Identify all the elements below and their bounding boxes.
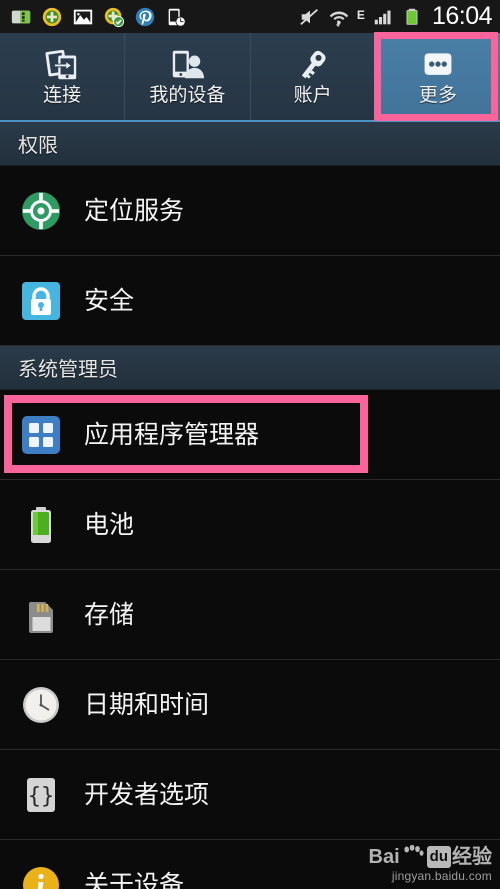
app-update-complete-icon bbox=[103, 6, 125, 28]
mute-icon bbox=[299, 6, 321, 28]
tab-label: 账户 bbox=[293, 85, 332, 106]
watermark-brand-bai: Bai bbox=[368, 845, 400, 868]
list-item-label: 存储 bbox=[84, 600, 135, 629]
status-bar-clock: 16:04 bbox=[431, 2, 493, 30]
connections-icon bbox=[43, 46, 81, 83]
list-item-developer-options[interactable]: {} 开发者选项 bbox=[0, 750, 500, 840]
tab-more[interactable]: 更多 bbox=[375, 33, 500, 120]
security-lock-icon bbox=[20, 280, 62, 322]
date-time-clock-icon bbox=[20, 684, 62, 726]
list-item-application-manager[interactable]: 应用程序管理器 bbox=[0, 390, 500, 480]
signal-bars-icon bbox=[372, 6, 394, 28]
tab-label: 连接 bbox=[43, 85, 82, 106]
watermark-url: jingyan.baidu.com bbox=[391, 869, 492, 883]
tab-connections[interactable]: 连接 bbox=[0, 33, 126, 120]
about-device-info-icon bbox=[20, 864, 62, 889]
watermark-brand: Bai du 经验 bbox=[368, 844, 492, 868]
application-manager-icon bbox=[20, 414, 62, 456]
section-title: 系统管理员 bbox=[18, 359, 118, 381]
tab-accounts[interactable]: 账户 bbox=[251, 33, 376, 120]
status-bar: E 16:04 bbox=[0, 0, 500, 33]
sim-card-icon bbox=[10, 6, 32, 28]
list-item-label: 电池 bbox=[84, 510, 135, 539]
download-plus-icon bbox=[41, 6, 63, 28]
svg-text:{}: {} bbox=[28, 784, 55, 809]
section-header-permissions: 权限 bbox=[0, 122, 500, 166]
accounts-key-icon bbox=[294, 46, 332, 83]
list-item-label: 定位服务 bbox=[84, 196, 185, 225]
status-bar-left-icons bbox=[10, 6, 187, 28]
tab-label: 我的设备 bbox=[149, 85, 226, 106]
list-item-date-and-time[interactable]: 日期和时间 bbox=[0, 660, 500, 750]
device-clock-icon bbox=[165, 6, 187, 28]
battery-icon bbox=[20, 504, 62, 546]
location-services-icon bbox=[20, 190, 62, 232]
list-item-storage[interactable]: 存储 bbox=[0, 570, 500, 660]
status-bar-right-icons: E 16:04 bbox=[299, 4, 494, 29]
list-item-label: 应用程序管理器 bbox=[84, 420, 260, 449]
list-item-label: 日期和时间 bbox=[84, 690, 210, 719]
watermark-brand-jingyan: 经验 bbox=[452, 845, 492, 868]
phone-screen: E 16:04 连接 我的设备 账户 更多 权限 定位服务 安全 系统管理员 应… bbox=[0, 0, 500, 889]
storage-sdcard-icon bbox=[20, 594, 62, 636]
list-item-label: 开发者选项 bbox=[84, 780, 210, 809]
section-header-system-manager: 系统管理员 bbox=[0, 346, 500, 390]
watermark-brand-du: du bbox=[426, 845, 451, 868]
wifi-icon bbox=[328, 6, 350, 28]
tab-bar: 连接 我的设备 账户 更多 bbox=[0, 33, 500, 122]
paw-print-icon bbox=[401, 844, 425, 868]
tab-my-device[interactable]: 我的设备 bbox=[125, 33, 251, 120]
pinterest-app-icon bbox=[134, 6, 156, 28]
tab-label: 更多 bbox=[418, 85, 457, 106]
battery-icon bbox=[401, 6, 423, 28]
list-item-label: 安全 bbox=[84, 286, 135, 315]
my-device-icon bbox=[168, 46, 206, 83]
list-item-location-services[interactable]: 定位服务 bbox=[0, 166, 500, 256]
developer-options-icon: {} bbox=[20, 774, 62, 816]
more-dots-icon bbox=[420, 46, 456, 83]
gallery-image-icon bbox=[72, 6, 94, 28]
list-item-label: 关于设备 bbox=[84, 870, 185, 889]
network-type-label: E bbox=[356, 8, 365, 22]
list-item-security[interactable]: 安全 bbox=[0, 256, 500, 346]
baidu-jingyan-watermark: Bai du 经验 jingyan.baidu.com bbox=[368, 844, 492, 883]
section-title: 权限 bbox=[18, 135, 58, 157]
list-item-battery[interactable]: 电池 bbox=[0, 480, 500, 570]
